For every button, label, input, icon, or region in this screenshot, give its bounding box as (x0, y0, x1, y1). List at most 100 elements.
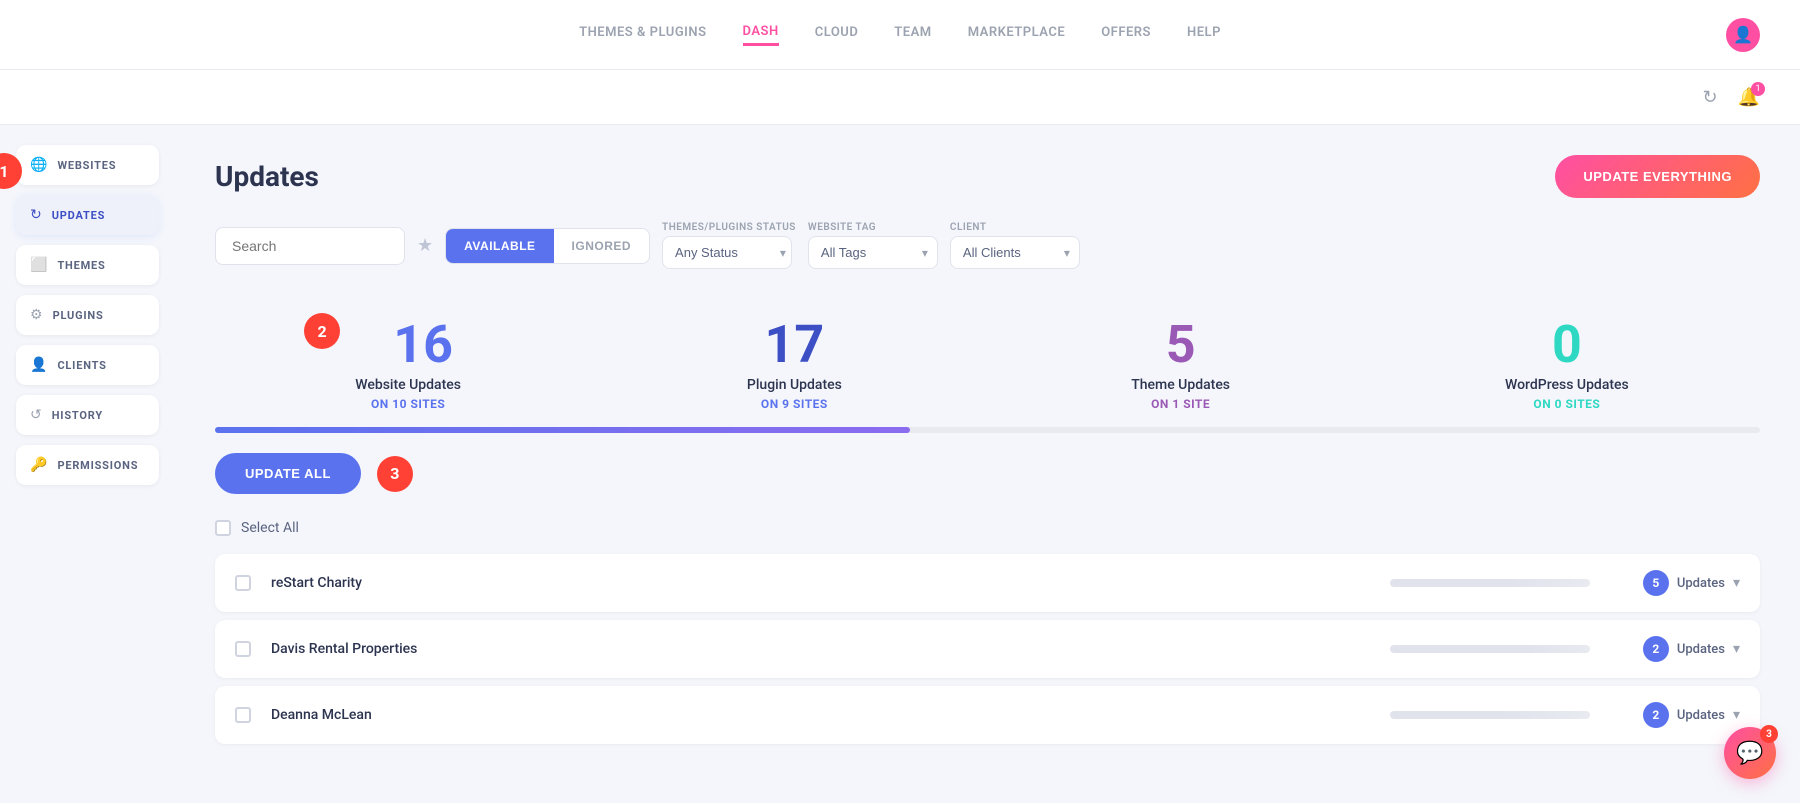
stat-theme-updates: 5 Theme Updates ON 1 SITE (988, 299, 1374, 427)
chevron-icon-0[interactable]: ▾ (1733, 575, 1740, 591)
chevron-icon-2[interactable]: ▾ (1733, 707, 1740, 723)
tag-filter-group: WEBSITE TAG All Tags (808, 222, 938, 269)
status-filter-label: THEMES/PLUGINS STATUS (662, 222, 796, 233)
content-header: Updates UPDATE EVERYTHING (215, 155, 1760, 198)
sidebar-item-updates[interactable]: ↻ UPDATES (16, 195, 159, 235)
nav-right: 👤 (1726, 18, 1760, 52)
client-select[interactable]: All Clients (950, 236, 1080, 269)
sidebar-label-plugins: PLUGINS (53, 309, 104, 322)
site-bar-0 (1390, 579, 1590, 587)
site-updates-info-2: 2 Updates ▾ (1610, 702, 1740, 728)
stats-row: 2 16 Website Updates ON 10 SITES 17 Plug… (215, 299, 1760, 427)
chat-icon: 💬 (1736, 741, 1763, 766)
action-badge: 3 (377, 456, 413, 492)
status-select[interactable]: Any Status Active Inactive (662, 236, 792, 269)
sidebar-label-clients: CLIENTS (57, 359, 106, 372)
sidebar-item-plugins[interactable]: ⚙ PLUGINS (16, 295, 159, 335)
updates-badge-2: 2 (1643, 702, 1669, 728)
notification-badge: 1 (1751, 82, 1765, 96)
updates-badge-0: 5 (1643, 570, 1669, 596)
site-updates-info-1: 2 Updates ▾ (1610, 636, 1740, 662)
nav-link-help[interactable]: HELP (1187, 25, 1221, 44)
updates-icon: ↻ (30, 207, 42, 223)
progress-bar-track (215, 427, 1760, 433)
site-checkbox-1[interactable] (235, 641, 251, 657)
clients-icon: 👤 (30, 357, 47, 373)
stat-plugin-updates: 17 Plugin Updates ON 9 SITES (601, 299, 987, 427)
sidebar-label-themes: THEMES (57, 259, 105, 272)
nav-link-marketplace[interactable]: MARKETPLACE (968, 25, 1066, 44)
tag-filter-label: WEBSITE TAG (808, 222, 938, 233)
chat-bubble[interactable]: 💬 3 (1724, 727, 1776, 779)
search-input[interactable] (215, 227, 405, 265)
sidebar-item-websites[interactable]: 🌐 WEBSITES (16, 145, 159, 185)
site-row: reStart Charity 5 Updates ▾ (215, 554, 1760, 612)
status-filter-group: THEMES/PLUGINS STATUS Any Status Active … (662, 222, 796, 269)
progress-bar-fill (215, 427, 910, 433)
chevron-icon-1[interactable]: ▾ (1733, 641, 1740, 657)
site-updates-info-0: 5 Updates ▾ (1610, 570, 1740, 596)
themes-icon: ⬜ (30, 257, 47, 273)
nav-links: THEMES & PLUGINS DASH CLOUD TEAM MARKETP… (40, 24, 1760, 46)
top-nav: THEMES & PLUGINS DASH CLOUD TEAM MARKETP… (0, 0, 1800, 70)
history-icon: ↺ (30, 407, 42, 423)
avatar-icon: 👤 (1733, 25, 1753, 44)
chat-badge: 3 (1760, 725, 1778, 743)
sidebar-label-history: HISTORY (52, 409, 103, 422)
nav-link-themes-plugins[interactable]: THEMES & PLUGINS (579, 25, 706, 44)
plugin-updates-sub: ON 9 SITES (611, 397, 977, 411)
update-everything-button[interactable]: UPDATE EVERYTHING (1555, 155, 1760, 198)
nav-link-dash[interactable]: DASH (743, 24, 779, 46)
refresh-icon[interactable]: ↻ (1702, 87, 1717, 108)
site-name-2: Deanna McLean (271, 707, 1370, 723)
progress-section (215, 427, 1760, 433)
notification-icon[interactable]: 🔔 1 (1738, 87, 1760, 108)
update-all-button[interactable]: UPDATE ALL (215, 453, 361, 494)
sidebar-item-history[interactable]: ↺ HISTORY (16, 395, 159, 435)
nav-link-cloud[interactable]: CLOUD (815, 25, 859, 44)
site-bar-1 (1390, 645, 1590, 653)
main-content: Updates UPDATE EVERYTHING ★ AVAILABLE IG… (175, 125, 1800, 803)
nav-link-offers[interactable]: OFFERS (1101, 25, 1151, 44)
updates-label-1: Updates (1677, 642, 1725, 657)
updates-badge-1: 2 (1643, 636, 1669, 662)
select-all-checkbox[interactable] (215, 520, 231, 536)
nav-link-team[interactable]: TEAM (894, 25, 931, 44)
site-name-0: reStart Charity (271, 575, 1370, 591)
updates-label-2: Updates (1677, 708, 1725, 723)
page-title: Updates (215, 160, 319, 193)
sub-toolbar: ↻ 🔔 1 (0, 70, 1800, 125)
sidebar: 1 🌐 WEBSITES ↻ UPDATES ⬜ THEMES ⚙ PLUGIN… (0, 125, 175, 803)
sidebar-item-permissions[interactable]: 🔑 PERMISSIONS (16, 445, 159, 485)
client-filter-label: CLIENT (950, 222, 1080, 233)
site-checkbox-0[interactable] (235, 575, 251, 591)
permissions-icon: 🔑 (30, 457, 47, 473)
websites-icon: 🌐 (30, 157, 47, 173)
avatar[interactable]: 👤 (1726, 18, 1760, 52)
client-select-wrap: All Clients (950, 236, 1080, 269)
tag-select[interactable]: All Tags (808, 236, 938, 269)
site-row-2: Deanna McLean 2 Updates ▾ (215, 686, 1760, 744)
site-checkbox-2[interactable] (235, 707, 251, 723)
tab-ignored[interactable]: IGNORED (554, 229, 650, 263)
website-updates-number: 16 (225, 319, 591, 371)
wordpress-updates-number: 0 (1384, 319, 1750, 371)
select-all-row: Select All (215, 510, 1760, 546)
tab-available[interactable]: AVAILABLE (446, 229, 553, 263)
actions-row: UPDATE ALL 3 (215, 453, 1760, 494)
filters-row: ★ AVAILABLE IGNORED THEMES/PLUGINS STATU… (215, 222, 1760, 269)
tab-group: AVAILABLE IGNORED (445, 228, 650, 264)
star-icon[interactable]: ★ (417, 235, 433, 256)
site-row-1: Davis Rental Properties 2 Updates ▾ (215, 620, 1760, 678)
sidebar-item-themes[interactable]: ⬜ THEMES (16, 245, 159, 285)
plugins-icon: ⚙ (30, 307, 43, 323)
main-layout: 1 🌐 WEBSITES ↻ UPDATES ⬜ THEMES ⚙ PLUGIN… (0, 125, 1800, 803)
theme-updates-sub: ON 1 SITE (998, 397, 1364, 411)
website-updates-badge: 2 (304, 313, 340, 349)
sidebar-item-clients[interactable]: 👤 CLIENTS (16, 345, 159, 385)
select-all-label: Select All (241, 520, 299, 536)
theme-updates-label: Theme Updates (998, 377, 1364, 393)
website-updates-label: Website Updates (225, 377, 591, 393)
client-filter-group: CLIENT All Clients (950, 222, 1080, 269)
sidebar-label-websites: WEBSITES (57, 159, 116, 172)
